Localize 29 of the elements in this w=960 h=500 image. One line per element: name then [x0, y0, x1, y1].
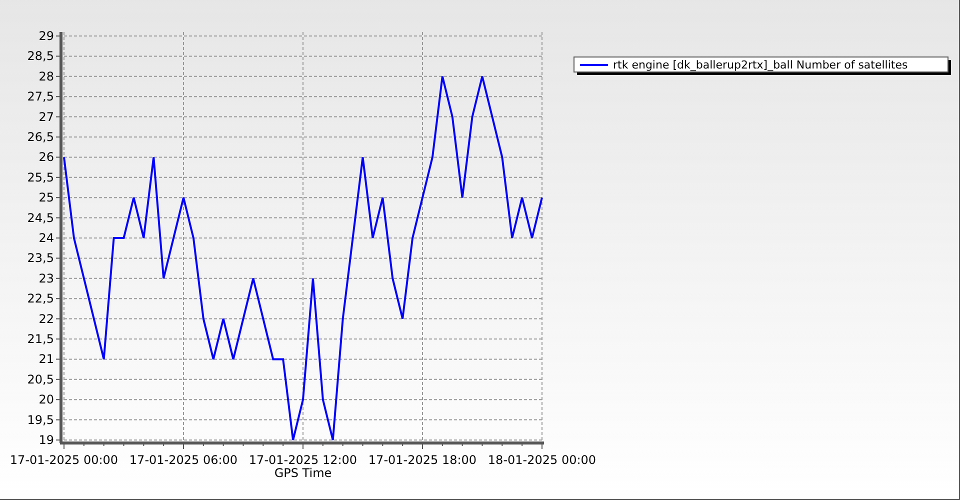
- y-tick-label: 25,5: [27, 170, 54, 184]
- y-tick-label: 26: [38, 150, 54, 164]
- x-tick-label: 18-01-2025 00:00: [488, 453, 596, 467]
- x-tick-label: 17-01-2025 12:00: [248, 453, 358, 467]
- y-tick-label: 21,5: [27, 332, 54, 346]
- x-tick-label: 17-01-2025 18:00: [368, 453, 477, 467]
- legend: rtk engine [dk_ballerup2rtx]_ball Number of satellites: [574, 56, 951, 75]
- x-tick-label: 17-01-2025 06:00: [129, 453, 238, 467]
- x-axis-title: GPS Time: [274, 466, 332, 480]
- y-tick-label: 27: [38, 110, 54, 124]
- y-tick-label: 21: [38, 352, 54, 366]
- y-tick-label: 22,5: [27, 292, 54, 306]
- x-tick-label: 17-01-2025 00:00: [10, 453, 118, 467]
- y-tick-label: 24: [38, 231, 54, 245]
- y-tick-label: 25: [38, 190, 54, 205]
- y-tick-label: 20,5: [27, 372, 54, 386]
- y-tick-label: 19: [38, 433, 54, 447]
- y-tick-label: 23: [38, 271, 54, 286]
- y-tick-label: 28,5: [27, 49, 54, 64]
- y-tick-label: 24,5: [27, 210, 54, 225]
- y-tick-label: 28: [38, 69, 54, 84]
- y-tick-label: 22: [38, 312, 54, 326]
- y-tick-label: 29: [38, 29, 54, 43]
- y-tick-label: 26,5: [27, 130, 54, 144]
- legend-label: rtk engine [dk_ballerup2rtx]_ball Number of satellites: [613, 58, 908, 72]
- y-tick-label: 27,5: [27, 90, 54, 104]
- y-tick-label: 23,5: [27, 251, 54, 266]
- y-tick-label: 20: [38, 392, 54, 407]
- y-tick-label: 19,5: [27, 412, 54, 427]
